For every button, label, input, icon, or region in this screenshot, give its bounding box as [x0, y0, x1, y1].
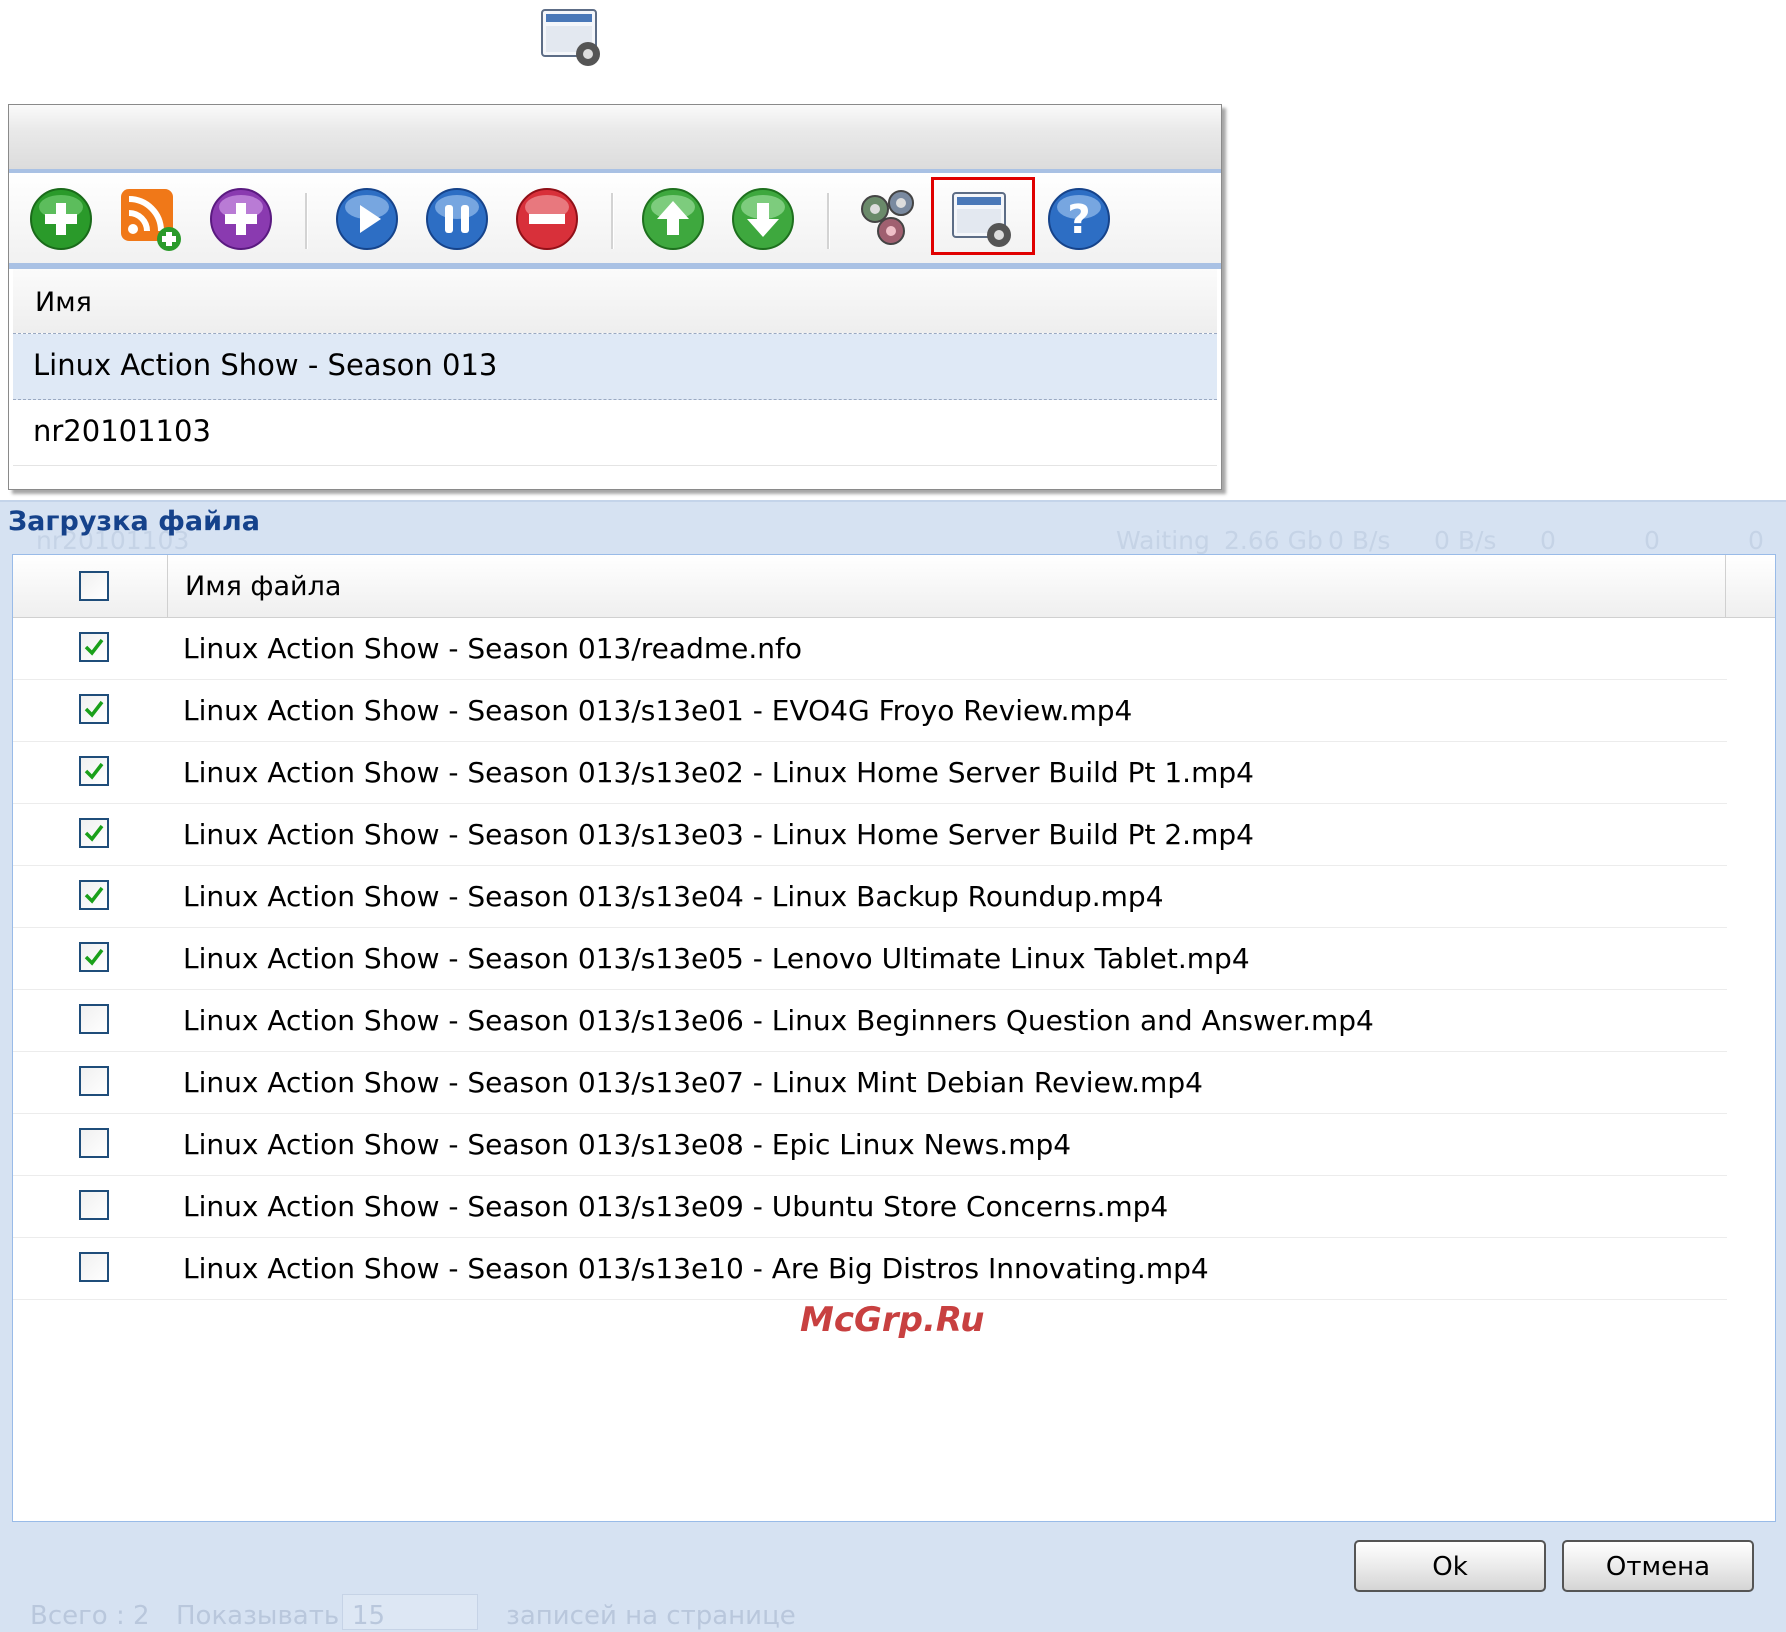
column-name-header: Имя — [35, 287, 92, 318]
task-name: Linux Action Show - Season 013 — [33, 348, 498, 382]
ghost-up-speed: 0 B/s — [1434, 526, 1497, 555]
column-separator — [167, 555, 168, 617]
ghost-peers: 0 — [1644, 526, 1660, 555]
file-name: Linux Action Show - Season 013/s13e06 - … — [183, 1004, 1374, 1037]
settings-gears-icon[interactable] — [855, 185, 923, 253]
task-row[interactable]: Linux Action Show - Season 013 — [13, 334, 1217, 400]
play-icon[interactable] — [333, 185, 401, 253]
task-grid-header[interactable]: Имя — [13, 269, 1217, 334]
file-row[interactable]: Linux Action Show - Season 013/s13e03 - … — [13, 804, 1727, 866]
file-checkbox[interactable] — [79, 1066, 109, 1096]
ok-button[interactable]: Ok — [1354, 1540, 1546, 1592]
download-manager-panel: ? Имя Linux Action Show - Season 013 nr2… — [8, 104, 1222, 490]
highlight-box — [931, 177, 1035, 255]
file-row[interactable]: Linux Action Show - Season 013/s13e07 - … — [13, 1052, 1727, 1114]
file-row[interactable]: Linux Action Show - Season 013/s13e01 - … — [13, 680, 1727, 742]
ghost-size: 2.66 Gb — [1224, 526, 1323, 555]
dialog-title: Загрузка файла — [8, 506, 260, 537]
file-name: Linux Action Show - Season 013/s13e02 - … — [183, 756, 1254, 789]
task-name: nr20101103 — [33, 414, 211, 448]
file-checkbox[interactable] — [79, 1128, 109, 1158]
file-row[interactable]: Linux Action Show - Season 013/s13e09 - … — [13, 1176, 1727, 1238]
ghost-extra: 0 — [1748, 526, 1764, 555]
ghost-total: Всего : 2 — [30, 1601, 150, 1631]
file-row[interactable]: Linux Action Show - Season 013/s13e10 - … — [13, 1238, 1727, 1300]
move-down-icon[interactable] — [729, 185, 797, 253]
file-download-dialog: nr20101103 Waiting 2.66 Gb 0 B/s 0 B/s 0… — [0, 500, 1786, 1632]
file-checkbox[interactable] — [79, 1252, 109, 1282]
file-checkbox-checked[interactable] — [79, 632, 109, 662]
ghost-status: Waiting — [1116, 526, 1210, 555]
remove-icon[interactable] — [513, 185, 581, 253]
file-row[interactable]: Linux Action Show - Season 013/s13e05 - … — [13, 928, 1727, 990]
panel-header — [9, 105, 1221, 173]
add-green-icon[interactable] — [27, 185, 95, 253]
svg-text:?: ? — [1067, 197, 1090, 243]
add-purple-icon[interactable] — [207, 185, 275, 253]
toolbar-separator — [611, 193, 614, 249]
ghost-seeds: 0 — [1540, 526, 1556, 555]
watermark: McGrp.Ru — [800, 1300, 985, 1340]
task-row[interactable]: nr20101103 — [13, 400, 1217, 466]
column-separator — [1725, 555, 1726, 617]
pause-icon[interactable] — [423, 185, 491, 253]
file-row[interactable]: Linux Action Show - Season 013/s13e02 - … — [13, 742, 1727, 804]
file-row[interactable]: Linux Action Show - Season 013/s13e06 - … — [13, 990, 1727, 1052]
file-name: Linux Action Show - Season 013/s13e04 - … — [183, 880, 1164, 913]
file-list: Имя файла Linux Action Show - Season 013… — [12, 554, 1776, 1522]
file-row[interactable]: Linux Action Show - Season 013/readme.nf… — [13, 618, 1727, 680]
toolbar-separator — [305, 193, 308, 249]
file-row[interactable]: Linux Action Show - Season 013/s13e08 - … — [13, 1114, 1727, 1176]
file-name: Linux Action Show - Season 013/readme.nf… — [183, 632, 802, 665]
file-name: Linux Action Show - Season 013/s13e09 - … — [183, 1190, 1169, 1223]
file-name: Linux Action Show - Season 013/s13e01 - … — [183, 694, 1133, 727]
ghost-per-page-suffix: записей на странице — [506, 1601, 796, 1631]
select-all-checkbox[interactable] — [79, 571, 109, 601]
ghost-down-speed: 0 B/s — [1328, 526, 1391, 555]
file-name: Linux Action Show - Season 013/s13e07 - … — [183, 1066, 1203, 1099]
toolbar: ? — [9, 173, 1221, 269]
file-row[interactable]: Linux Action Show - Season 013/s13e04 - … — [13, 866, 1727, 928]
file-name: Linux Action Show - Season 013/s13e03 - … — [183, 818, 1254, 851]
cancel-button[interactable]: Отмена — [1562, 1540, 1754, 1592]
file-checkbox-checked[interactable] — [79, 942, 109, 972]
help-icon[interactable]: ? — [1045, 185, 1113, 253]
rss-add-icon[interactable] — [117, 185, 185, 253]
file-checkbox-checked[interactable] — [79, 694, 109, 724]
file-checkbox[interactable] — [79, 1004, 109, 1034]
file-checkbox-checked[interactable] — [79, 818, 109, 848]
file-name: Linux Action Show - Season 013/s13e08 - … — [183, 1128, 1072, 1161]
file-checkbox-checked[interactable] — [79, 756, 109, 786]
file-name-header: Имя файла — [185, 571, 342, 602]
preferences-window-icon — [540, 8, 606, 70]
file-checkbox[interactable] — [79, 1190, 109, 1220]
move-up-icon[interactable] — [639, 185, 707, 253]
file-name: Linux Action Show - Season 013/s13e10 - … — [183, 1252, 1209, 1285]
file-checkbox-checked[interactable] — [79, 880, 109, 910]
toolbar-separator — [827, 193, 830, 249]
ghost-show-label: Показывать — [176, 1601, 340, 1631]
ghost-per-page-value: 15 — [352, 1601, 386, 1631]
file-name: Linux Action Show - Season 013/s13e05 - … — [183, 942, 1250, 975]
file-list-header: Имя файла — [13, 555, 1775, 618]
